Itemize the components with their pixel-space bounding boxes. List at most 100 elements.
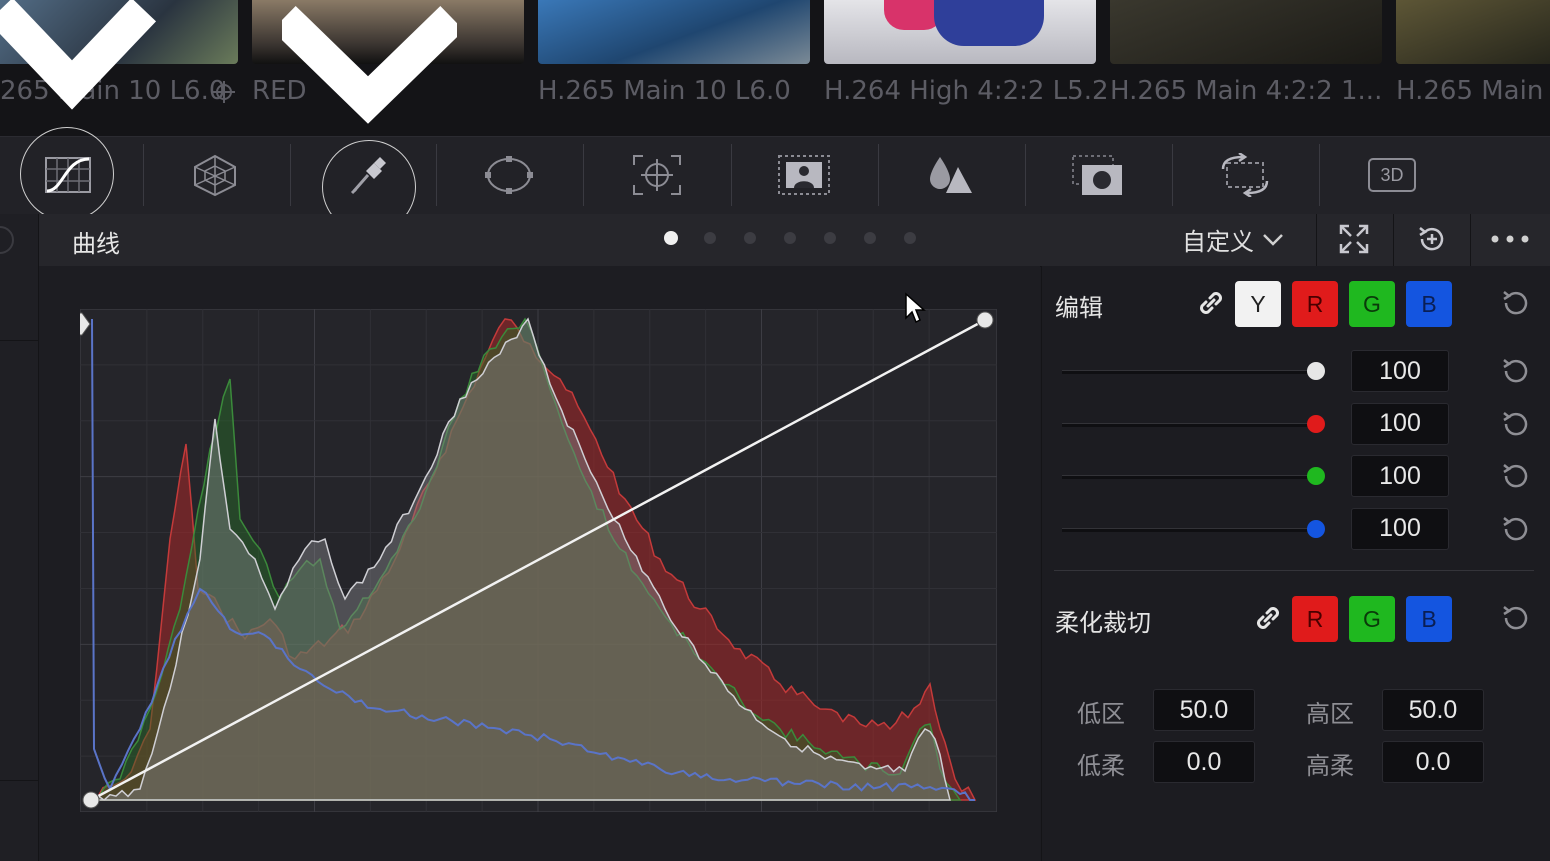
- slider-knob[interactable]: [1307, 414, 1325, 433]
- link-icon[interactable]: [1196, 288, 1226, 318]
- channel-button-b[interactable]: B: [1406, 596, 1452, 642]
- clip-codec-label: H.265 Main 10 L6.0: [538, 76, 791, 106]
- link-icon[interactable]: [1253, 603, 1283, 633]
- left-gutter: [0, 214, 39, 861]
- expand-button[interactable]: [1336, 221, 1372, 257]
- reset-icon: [1503, 359, 1528, 383]
- curve-mode-dropdown[interactable]: 自定义: [1182, 222, 1284, 257]
- reset-icon: [1503, 516, 1528, 540]
- color-warper-icon: [194, 154, 236, 197]
- clip-thumbnail-3[interactable]: H.265 Main 10 L6.0: [538, 0, 810, 136]
- 3d-icon: 3D: [1368, 158, 1416, 192]
- clip-codec-label: H.265 Main 4:2:2 1...: [1110, 76, 1383, 106]
- magic-mask-icon: [778, 155, 830, 195]
- chevron-down-icon: [1263, 233, 1283, 246]
- toolbar-divider: [1025, 144, 1026, 206]
- mouse-cursor-icon: [905, 292, 926, 324]
- edit-reset-button[interactable]: [1500, 287, 1532, 319]
- slider-knob[interactable]: [1307, 519, 1325, 538]
- reset-icon: [1503, 291, 1528, 315]
- reset-plus-icon: [1419, 227, 1444, 251]
- intensity-value-g[interactable]: 100: [1351, 455, 1449, 497]
- toolbar-divider: [1319, 144, 1320, 206]
- page-dot[interactable]: [664, 231, 678, 245]
- toolbar-divider: [1172, 144, 1173, 206]
- channel-button-r[interactable]: R: [1292, 596, 1338, 642]
- reset-icon: [1503, 606, 1528, 630]
- chevron-down-icon: [0, 0, 157, 110]
- header-divider: [1393, 214, 1394, 266]
- page-dot[interactable]: [824, 232, 836, 244]
- curve-editor-graph[interactable]: [80, 309, 997, 812]
- clip-thumbnail-image: [824, 0, 1096, 64]
- intensity-slider-r[interactable]: [1062, 422, 1316, 427]
- low-value-field[interactable]: 50.0: [1153, 689, 1255, 731]
- slider-knob[interactable]: [1307, 467, 1325, 485]
- toolbar-divider: [878, 144, 879, 206]
- intensity-reset-button[interactable]: [1500, 513, 1532, 545]
- more-dots-icon: [1491, 235, 1529, 243]
- intensity-reset-button[interactable]: [1500, 355, 1532, 387]
- power-window-icon: [485, 156, 533, 194]
- soft-clip-reset-button[interactable]: [1500, 602, 1532, 634]
- intensity-value-y[interactable]: 100: [1351, 350, 1449, 392]
- soft-clip-section-label: 柔化裁切: [1055, 609, 1151, 637]
- intensity-reset-button[interactable]: [1500, 408, 1532, 440]
- intensity-slider-b[interactable]: [1062, 527, 1316, 532]
- intensity-value-r[interactable]: 100: [1351, 402, 1449, 445]
- channel-button-b[interactable]: B: [1406, 281, 1452, 327]
- intensity-value-b[interactable]: 100: [1351, 507, 1449, 550]
- key-button[interactable]: [1058, 136, 1138, 214]
- intensity-slider-g[interactable]: [1062, 475, 1316, 479]
- clip-thumbnail-4[interactable]: H.264 High 4:2:2 L5.2: [824, 0, 1109, 136]
- sizing-button[interactable]: [1205, 136, 1285, 214]
- low-soft-value-field[interactable]: 0.0: [1153, 741, 1255, 783]
- reset-icon: [1503, 411, 1528, 435]
- header-divider: [1316, 214, 1317, 266]
- curve-point-black[interactable]: [82, 791, 100, 809]
- channel-button-r[interactable]: R: [1292, 281, 1338, 327]
- magic-mask-button[interactable]: [764, 136, 844, 214]
- channel-button-y[interactable]: Y: [1235, 281, 1281, 327]
- slider-knob[interactable]: [1307, 362, 1325, 380]
- curves-header: [0, 214, 1550, 267]
- channel-button-g[interactable]: G: [1349, 281, 1395, 327]
- focus-ring: [20, 127, 114, 221]
- page-dot[interactable]: [704, 232, 716, 244]
- edit-section-label: 编辑: [1055, 294, 1103, 322]
- page-dot[interactable]: [864, 232, 876, 244]
- toolbar-divider: [436, 144, 437, 206]
- page-dot[interactable]: [744, 232, 756, 244]
- more-options-button[interactable]: [1490, 221, 1530, 257]
- clip-thumbnail-image: [1110, 0, 1382, 64]
- intensity-slider-y[interactable]: [1062, 370, 1316, 374]
- channel-button-g[interactable]: G: [1349, 596, 1395, 642]
- page-dot[interactable]: [904, 232, 916, 244]
- 3d-button[interactable]: 3D: [1352, 136, 1432, 214]
- curve-point-white[interactable]: [976, 311, 994, 329]
- high-label: 高区: [1306, 700, 1354, 728]
- tracker-button[interactable]: [617, 136, 697, 214]
- intensity-reset-button[interactable]: [1500, 460, 1532, 492]
- clip-thumbnail-5[interactable]: H.265 Main 4:2:2 1...: [1110, 0, 1382, 136]
- clip-thumbnail-6[interactable]: H.265 Main: [1396, 0, 1550, 136]
- high-soft-value-field[interactable]: 0.0: [1382, 741, 1484, 783]
- panel-title: 曲线: [72, 230, 120, 258]
- section-divider: [1054, 570, 1534, 571]
- high-soft-label: 高柔: [1306, 752, 1354, 780]
- color-warper-button[interactable]: [175, 136, 255, 214]
- tracker-icon: [633, 155, 681, 195]
- clip-codec-label: H.264 High 4:2:2 L5.2: [824, 76, 1109, 106]
- toolbar-divider: [143, 144, 144, 206]
- power-window-button[interactable]: [469, 136, 549, 214]
- header-divider: [1470, 214, 1471, 266]
- gutter-scroll-icon: [0, 226, 14, 254]
- page-dot[interactable]: [784, 232, 796, 244]
- low-label: 低区: [1077, 700, 1125, 728]
- high-value-field[interactable]: 50.0: [1382, 689, 1484, 731]
- reset-all-button[interactable]: [1414, 221, 1450, 257]
- low-soft-label: 低柔: [1077, 752, 1125, 780]
- blur-button[interactable]: [910, 136, 990, 214]
- expand-icon: [1339, 224, 1369, 254]
- clip-strip: 265 Main 10 L6.0 RED H.265 Main 10 L6.0 …: [0, 0, 1550, 136]
